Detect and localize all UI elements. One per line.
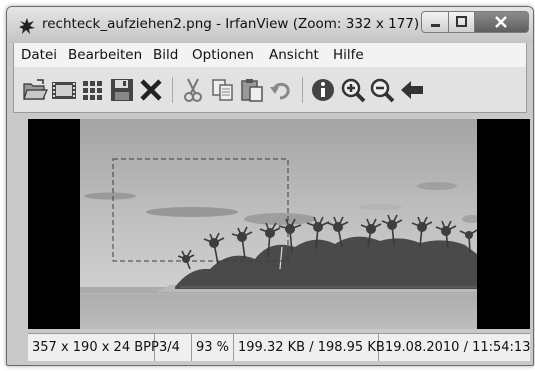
image-viewport[interactable] [28,119,530,329]
close-button[interactable] [474,11,529,33]
window-frame [13,113,28,363]
previous-arrow-icon[interactable] [399,77,425,103]
toolbar [13,67,527,113]
irfanview-app-icon [19,18,35,34]
thumbnails-icon[interactable] [80,77,106,103]
cut-icon[interactable] [180,77,206,103]
irfanview-window: rechteck_aufziehen2.png - IrfanView (Zoo… [6,6,534,366]
copy-icon[interactable] [210,77,236,103]
zoom-out-icon[interactable] [369,77,395,103]
minimize-button[interactable] [421,11,449,33]
toolbar-separator [302,77,303,103]
save-icon[interactable] [109,77,135,103]
menu-bearbeiten[interactable]: Bearbeiten [68,47,142,63]
title-bar[interactable]: rechteck_aufziehen2.png - IrfanView (Zoo… [7,7,533,43]
slideshow-icon[interactable] [51,77,77,103]
open-folder-icon[interactable] [22,77,48,103]
paste-icon[interactable] [239,77,265,103]
menu-hilfe[interactable]: Hilfe [333,47,364,63]
close-icon [495,16,507,28]
maximize-icon [456,16,467,27]
beach-photo [80,119,477,329]
menu-bar: Datei Bearbeiten Bild Optionen Ansicht H… [13,43,527,67]
status-datetime: 19.08.2010 / 11:54:13 [385,340,531,355]
menu-bild[interactable]: Bild [153,47,178,63]
zoom-in-icon[interactable] [340,77,366,103]
status-dimensions: 357 x 190 x 24 BPP [28,334,159,361]
menu-optionen[interactable]: Optionen [192,47,254,63]
delete-icon[interactable] [138,77,164,103]
status-filesize: 199.32 KB / 198.95 KB [234,334,385,361]
toolbar-separator [172,77,173,103]
menu-ansicht[interactable]: Ansicht [269,47,319,63]
minimize-icon [431,24,440,27]
status-zoom: 93 % [192,334,234,361]
info-icon[interactable] [310,77,336,103]
window-title: rechteck_aufziehen2.png - IrfanView (Zoo… [42,16,420,32]
undo-icon[interactable] [268,77,294,103]
maximize-button[interactable] [448,11,475,33]
status-bar: 357 x 190 x 24 BPP 3/4 93 % 199.32 KB / … [28,333,530,361]
menu-datei[interactable]: Datei [21,47,57,63]
status-index: 3/4 [155,334,192,361]
